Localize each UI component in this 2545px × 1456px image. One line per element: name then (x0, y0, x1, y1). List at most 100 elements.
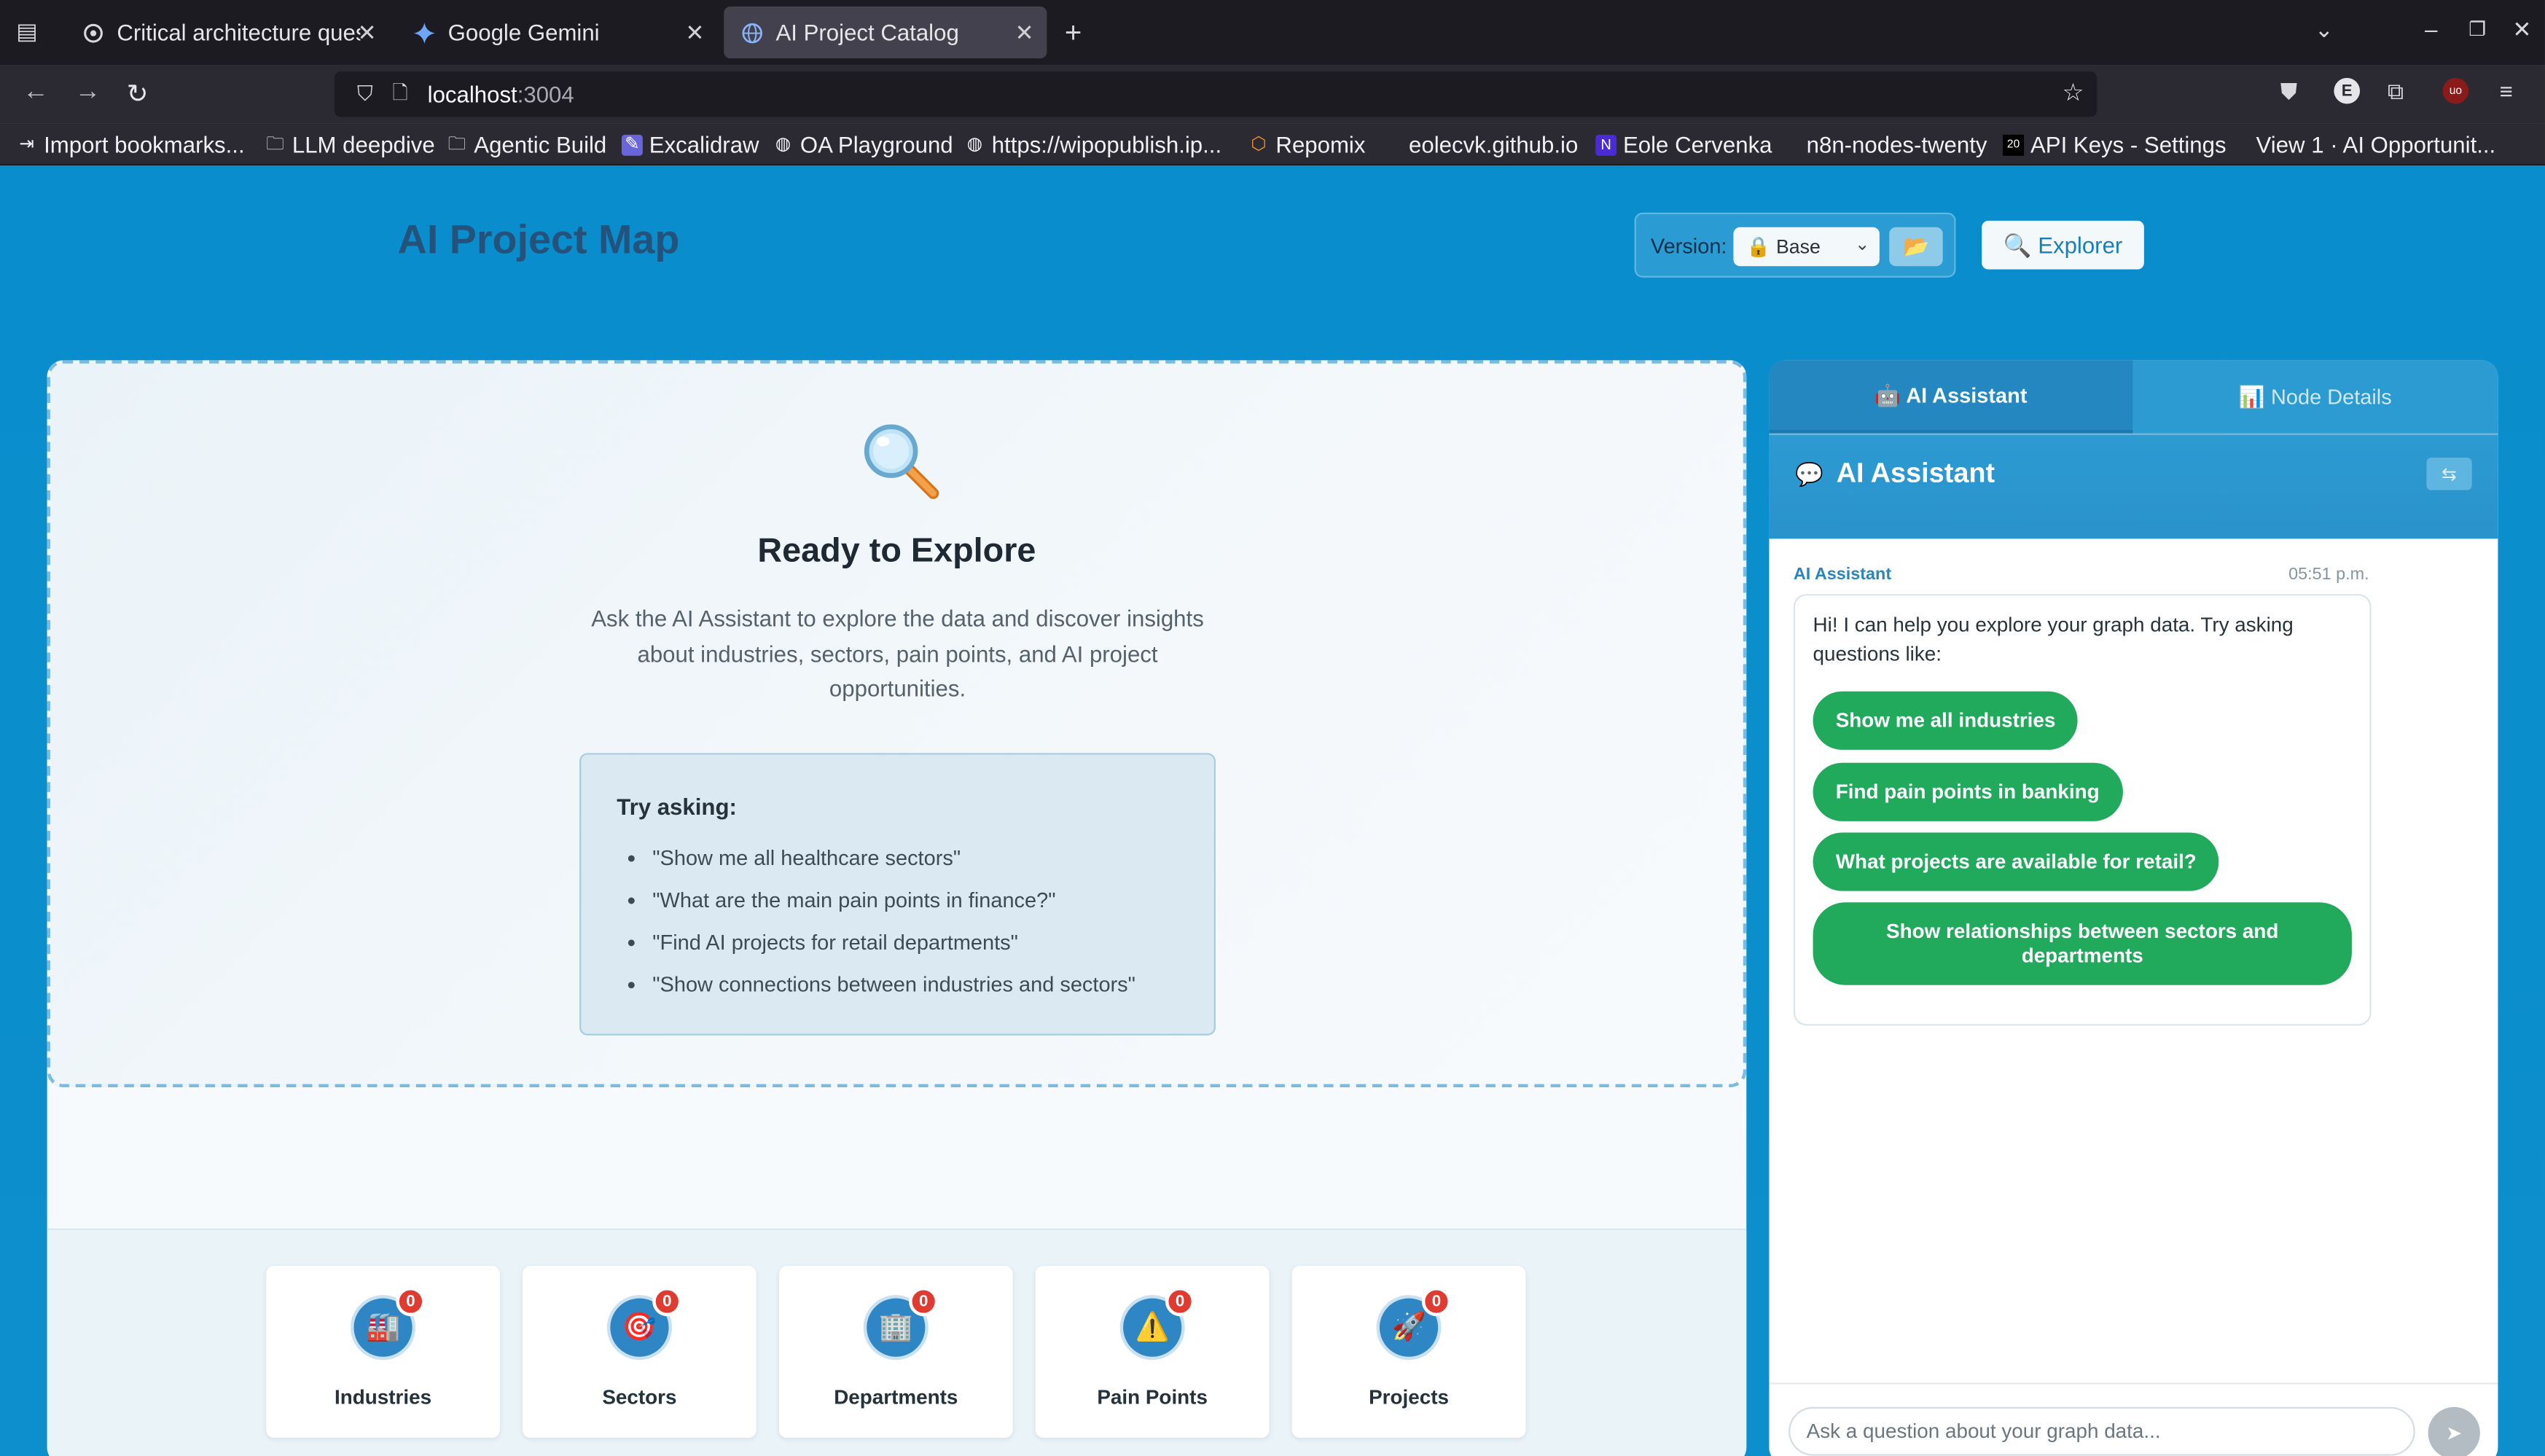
bookmark-n8n[interactable]: n8n-nodes-twenty (1807, 131, 1987, 157)
version-value: 🔒 Base (1746, 235, 1821, 259)
pocket-icon[interactable]: ⛊ (2280, 78, 2297, 106)
suggestion-button[interactable]: What projects are available for retail? (1813, 832, 2219, 891)
suggestion-button[interactable]: Show me all industries (1813, 691, 2079, 750)
assistant-title: AI Assistant (1836, 458, 1995, 489)
bookmark-view-1[interactable]: View 1 · AI Opportunit... (2256, 131, 2496, 157)
stat-card-projects[interactable]: 🚀 0 Projects (1291, 1266, 1526, 1439)
chat-bubble-icon: 💬 (1795, 460, 1823, 486)
minimize-icon[interactable]: – (2425, 16, 2437, 42)
tab-node-details[interactable]: 📊 Node Details (2132, 360, 2498, 433)
bookmark-oa-playground[interactable]: ◍ OA Playground (773, 131, 953, 157)
bookmark-label: https://wipopublish.ip... (991, 131, 1222, 158)
menu-icon[interactable]: ≡ (2500, 78, 2513, 104)
reset-chat-button[interactable]: ⇆ (2426, 458, 2472, 490)
suggestion-button[interactable]: Find pain points in banking (1813, 762, 2122, 821)
globe-icon (740, 21, 763, 44)
bookmark-eolecvk[interactable]: eolecvk.github.io (1409, 131, 1578, 157)
chevron-down-icon[interactable]: ⌄ (2315, 16, 2334, 44)
app-page: AI Project Map Version: 🔒 Base ⌄ 📂 🔍 Exp… (0, 165, 2545, 1456)
star-icon[interactable]: ☆ (2063, 78, 2084, 107)
close-icon[interactable]: ✕ (1015, 19, 1033, 47)
message-text: Hi! I can help you explore your graph da… (1813, 613, 2294, 666)
notion-icon: N (1595, 133, 1617, 155)
magnifier-icon (859, 419, 943, 504)
assistant-title-row: 💬 AI Assistant (1795, 458, 1995, 490)
example-query: "Show connections between industries and… (652, 972, 1135, 1014)
bookmark-import[interactable]: ⇥ Import bookmarks... (16, 131, 244, 157)
chat-input[interactable]: Ask a question about your graph data... (1788, 1406, 2415, 1456)
chevron-down-icon: ⌄ (1854, 235, 1870, 255)
message-sender: AI Assistant (1793, 564, 1892, 584)
folder-icon: 🗀 (447, 133, 466, 154)
window-close-icon[interactable]: ✕ (2512, 16, 2531, 44)
back-icon[interactable]: ← (23, 78, 49, 107)
close-icon[interactable]: ✕ (358, 19, 377, 47)
bookmarks-bar: ⇥ Import bookmarks... 🗀 LLM deepdive 🗀 Agen… (0, 123, 2545, 166)
bookmark-api-keys[interactable]: 20 API Keys - Settings (2003, 131, 2227, 158)
page-title: AI Project Map (397, 217, 680, 263)
suggestion-button[interactable]: Show relationships between sectors and d… (1813, 902, 2352, 985)
count-badge: 0 (909, 1287, 939, 1317)
shield-icon[interactable]: ⛉ (357, 81, 373, 107)
stat-card-departments[interactable]: 🏢 0 Departments (778, 1266, 1013, 1439)
stat-card-pain-points[interactable]: ⚠️ 0 Pain Points (1035, 1266, 1270, 1439)
bookmark-folder-agentic[interactable]: 🗀 Agentic Build (446, 131, 607, 157)
empty-state: Ready to Explore Ask the AI Assistant to… (47, 360, 1747, 1088)
new-tab-icon[interactable]: + (1065, 16, 1082, 50)
side-panel: 🤖 AI Assistant 📊 Node Details 💬 AI Assis… (1769, 360, 2498, 1456)
page-icon: 🗋 (392, 80, 408, 103)
count-badge: 0 (652, 1287, 682, 1317)
bookmark-label: n8n-nodes-twenty (1806, 131, 1987, 158)
example-query: "What are the main pain points in financ… (652, 888, 1135, 930)
url-bar[interactable]: ⛉ 🗋 localhost:3004 ☆ (334, 71, 2098, 117)
tab-list-icon[interactable]: ▤ (16, 17, 37, 45)
bookmark-folder-llm[interactable]: 🗀 LLM deepdive (265, 131, 435, 157)
bookmark-label: API Keys - Settings (2030, 131, 2227, 158)
extensions-icon[interactable]: ⧉ (2388, 78, 2404, 106)
chat-input-row: Ask a question about your graph data... … (1769, 1382, 2498, 1456)
open-folder-button[interactable]: 📂 (1889, 227, 1943, 267)
example-query: "Find AI projects for retail departments… (652, 930, 1135, 972)
import-icon: ⇥ (19, 133, 35, 154)
bookmark-label: Eole Cervenka (1623, 131, 1772, 158)
bookmark-label: Repomix (1275, 131, 1366, 158)
count-badge: 0 (1165, 1287, 1195, 1317)
graph-panel: Ready to Explore Ask the AI Assistant to… (47, 360, 1747, 1456)
browser-tab-2[interactable]: Google Gemini ✕ (396, 7, 717, 58)
stat-label: Departments (834, 1385, 958, 1409)
send-button[interactable]: ➤ (2428, 1406, 2480, 1456)
chat-messages: AI Assistant 05:51 p.m. Hi! I can help y… (1769, 539, 2498, 1383)
openai-icon (81, 21, 103, 44)
box-icon: ⬡ (1251, 133, 1267, 154)
browser-tab-3[interactable]: AI Project Catalog ✕ (724, 6, 1047, 59)
stats-bar: 🏭 0 Industries 🎯 0 Sectors 🏢 0 Departmen… (47, 1228, 1747, 1456)
message-timestamp: 05:51 p.m. (2288, 564, 2369, 584)
bookmark-eole-cervenka[interactable]: N Eole Cervenka (1595, 131, 1772, 157)
restore-icon[interactable]: ❐ (2468, 17, 2486, 40)
version-selector-group: Version: 🔒 Base ⌄ 📂 (1634, 212, 1956, 278)
stat-label: Sectors (602, 1385, 677, 1409)
excalidraw-icon: ✎ (621, 133, 643, 155)
explorer-button[interactable]: 🔍 Explorer (1982, 220, 2144, 270)
tab-title: Google Gemini (447, 19, 600, 46)
bookmark-repomix[interactable]: ⬡ Repomix (1248, 131, 1366, 158)
close-icon[interactable]: ✕ (685, 19, 704, 47)
tab-title: Critical architecture ques (117, 19, 361, 46)
reload-icon[interactable]: ↻ (127, 78, 149, 111)
tab-ai-assistant[interactable]: 🤖 AI Assistant (1769, 360, 2133, 434)
version-select[interactable]: 🔒 Base ⌄ (1733, 227, 1880, 267)
stat-card-industries[interactable]: 🏭 0 Industries (266, 1266, 500, 1439)
browser-tab-bar: ▤ Critical architecture ques ✕ Google Ge… (0, 0, 2545, 66)
forward-icon[interactable]: → (74, 78, 101, 107)
ublock-icon[interactable]: uo (2442, 77, 2469, 104)
example-queries-list: "Show me all healthcare sectors" "What a… (652, 845, 1135, 1014)
gemini-icon (413, 21, 435, 44)
empty-state-description: Ask the AI Assistant to explore the data… (591, 605, 1204, 702)
bookmark-label: LLM deepdive (292, 131, 435, 158)
browser-tab-1[interactable]: Critical architecture ques ✕ (65, 7, 389, 58)
profile-icon[interactable]: E (2334, 77, 2361, 104)
bookmark-excalidraw[interactable]: ✎ Excalidraw (621, 131, 759, 157)
url-host: localhost (427, 81, 517, 107)
bookmark-wipo[interactable]: ◍ https://wipopublish.ip... (964, 131, 1222, 158)
stat-card-sectors[interactable]: 🎯 0 Sectors (523, 1266, 757, 1439)
